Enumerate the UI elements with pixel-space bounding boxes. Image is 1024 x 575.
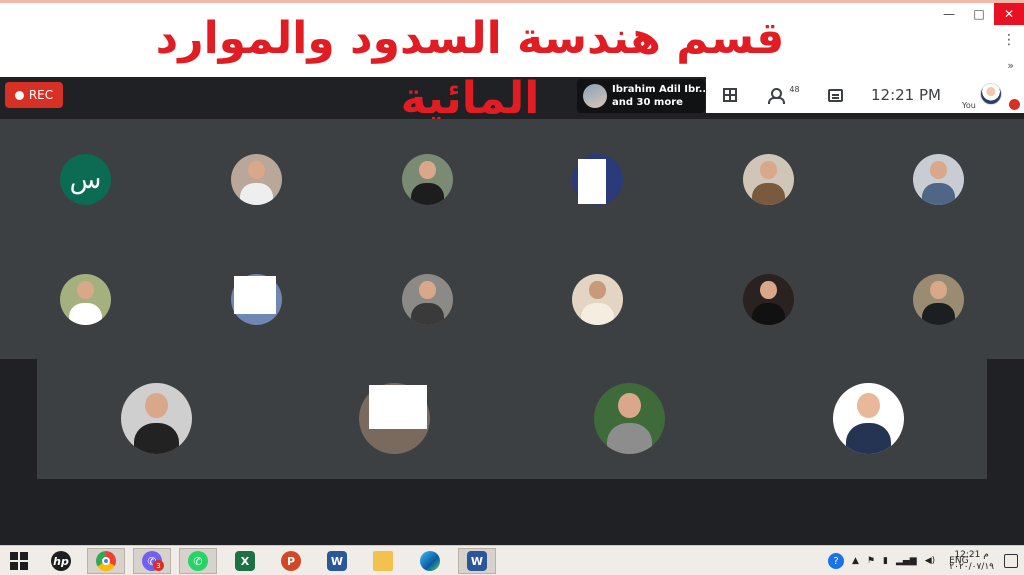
chrome-icon bbox=[96, 551, 116, 571]
maximize-button[interactable]: □ bbox=[964, 3, 994, 25]
self-view[interactable]: You bbox=[962, 77, 1024, 113]
clock-date: ٢٠٢٠/٠٧/١٩ bbox=[949, 562, 994, 572]
word-active-button[interactable]: W bbox=[458, 548, 496, 574]
meeting-clock: 12:21 PM bbox=[871, 86, 941, 104]
battery-icon[interactable]: ▮ bbox=[883, 556, 888, 566]
file-explorer-button[interactable] bbox=[364, 548, 402, 574]
layout-button[interactable] bbox=[706, 77, 754, 113]
hp-icon: hp bbox=[51, 551, 71, 571]
participant-avatar[interactable] bbox=[60, 274, 111, 325]
participants-button[interactable]: 48 bbox=[754, 77, 814, 113]
powerpoint-icon: P bbox=[281, 551, 301, 571]
chat-icon bbox=[827, 88, 843, 102]
whatsapp-button[interactable]: ✆ bbox=[179, 548, 217, 574]
participant-avatar[interactable]: س bbox=[60, 154, 111, 205]
redaction-box bbox=[578, 159, 606, 204]
mic-off-icon bbox=[1009, 99, 1020, 110]
system-tray: ? ▲ ⚑ ▮ ▂▄▆ ◀) ENG bbox=[828, 546, 969, 575]
kebab-menu-icon[interactable]: ⋮ bbox=[1002, 33, 1016, 47]
participant-row-2 bbox=[0, 239, 1024, 359]
edge-icon bbox=[420, 551, 440, 571]
redaction-box bbox=[234, 276, 276, 314]
meeting-controls-bar: 48 12:21 PM You bbox=[706, 77, 1024, 113]
window-controls: — □ ✕ bbox=[934, 3, 1024, 25]
start-button[interactable] bbox=[0, 548, 38, 574]
presenter-name: Ibrahim Adil Ibr... bbox=[612, 84, 705, 95]
you-label: You bbox=[962, 101, 976, 110]
participant-avatar[interactable] bbox=[121, 383, 192, 454]
participant-avatar[interactable] bbox=[594, 383, 665, 454]
record-dot-icon bbox=[14, 90, 24, 100]
title-banner: قسم هندسة السدود والموارد المائية — □ ✕ … bbox=[0, 0, 1024, 124]
excel-button[interactable]: X bbox=[226, 548, 264, 574]
help-icon[interactable]: ? bbox=[828, 553, 844, 569]
wifi-icon[interactable]: ▂▄▆ bbox=[896, 556, 917, 566]
word-icon: W bbox=[327, 551, 347, 571]
clock-time: 12:21 م bbox=[954, 550, 989, 560]
windows-taskbar: hp ✆ 3 ✆ X P W W ? ▲ ⚑ ▮ ▂▄▆ ◀) ENG 12:2… bbox=[0, 545, 1024, 575]
meet-window: قسم هندسة السدود والموارد المائية — □ ✕ … bbox=[0, 0, 1024, 575]
participant-avatar[interactable] bbox=[833, 383, 904, 454]
avatar bbox=[980, 83, 1002, 105]
hp-button[interactable]: hp bbox=[42, 548, 80, 574]
notifications-icon[interactable] bbox=[1004, 554, 1018, 568]
volume-icon[interactable]: ◀) bbox=[925, 556, 935, 566]
viber-badge: 3 bbox=[153, 560, 164, 571]
chrome-button[interactable] bbox=[87, 548, 125, 574]
participant-avatar[interactable] bbox=[402, 274, 453, 325]
avatar bbox=[583, 84, 607, 108]
participant-avatar[interactable] bbox=[402, 154, 453, 205]
close-button[interactable]: ✕ bbox=[994, 3, 1024, 25]
people-icon bbox=[768, 88, 788, 104]
grid-layout-icon bbox=[723, 88, 737, 102]
participant-avatar[interactable] bbox=[743, 274, 794, 325]
word-icon: W bbox=[467, 551, 487, 571]
folder-icon bbox=[373, 551, 393, 571]
chevron-up-icon[interactable]: ▲ bbox=[852, 556, 859, 566]
excel-icon: X bbox=[235, 551, 255, 571]
participant-row-1: س bbox=[0, 119, 1024, 239]
viber-button[interactable]: ✆ 3 bbox=[133, 548, 171, 574]
system-clock[interactable]: 12:21 م ٢٠٢٠/٠٧/١٩ bbox=[949, 549, 994, 573]
participant-avatar[interactable] bbox=[231, 154, 282, 205]
presenter-more: and 30 more bbox=[612, 97, 683, 108]
chevron-right-icon[interactable]: » bbox=[1007, 59, 1014, 72]
flag-icon[interactable]: ⚑ bbox=[867, 556, 875, 566]
participant-avatar[interactable] bbox=[572, 274, 623, 325]
powerpoint-button[interactable]: P bbox=[272, 548, 310, 574]
participant-row-3 bbox=[37, 359, 987, 479]
recording-label: REC bbox=[28, 88, 54, 102]
recording-badge: REC bbox=[5, 82, 63, 108]
redaction-box bbox=[369, 385, 427, 429]
minimize-button[interactable]: — bbox=[934, 3, 964, 25]
windows-icon bbox=[10, 552, 28, 570]
chat-button[interactable] bbox=[814, 77, 856, 113]
participant-avatar[interactable] bbox=[743, 154, 794, 205]
word-button[interactable]: W bbox=[318, 548, 356, 574]
whatsapp-icon: ✆ bbox=[188, 551, 208, 571]
participant-avatar[interactable] bbox=[913, 274, 964, 325]
participant-avatar[interactable] bbox=[913, 154, 964, 205]
participants-count: 48 bbox=[789, 84, 800, 94]
edge-button[interactable] bbox=[411, 548, 449, 574]
active-speaker-chip[interactable]: Ibrahim Adil Ibr... and 30 more bbox=[577, 79, 705, 113]
